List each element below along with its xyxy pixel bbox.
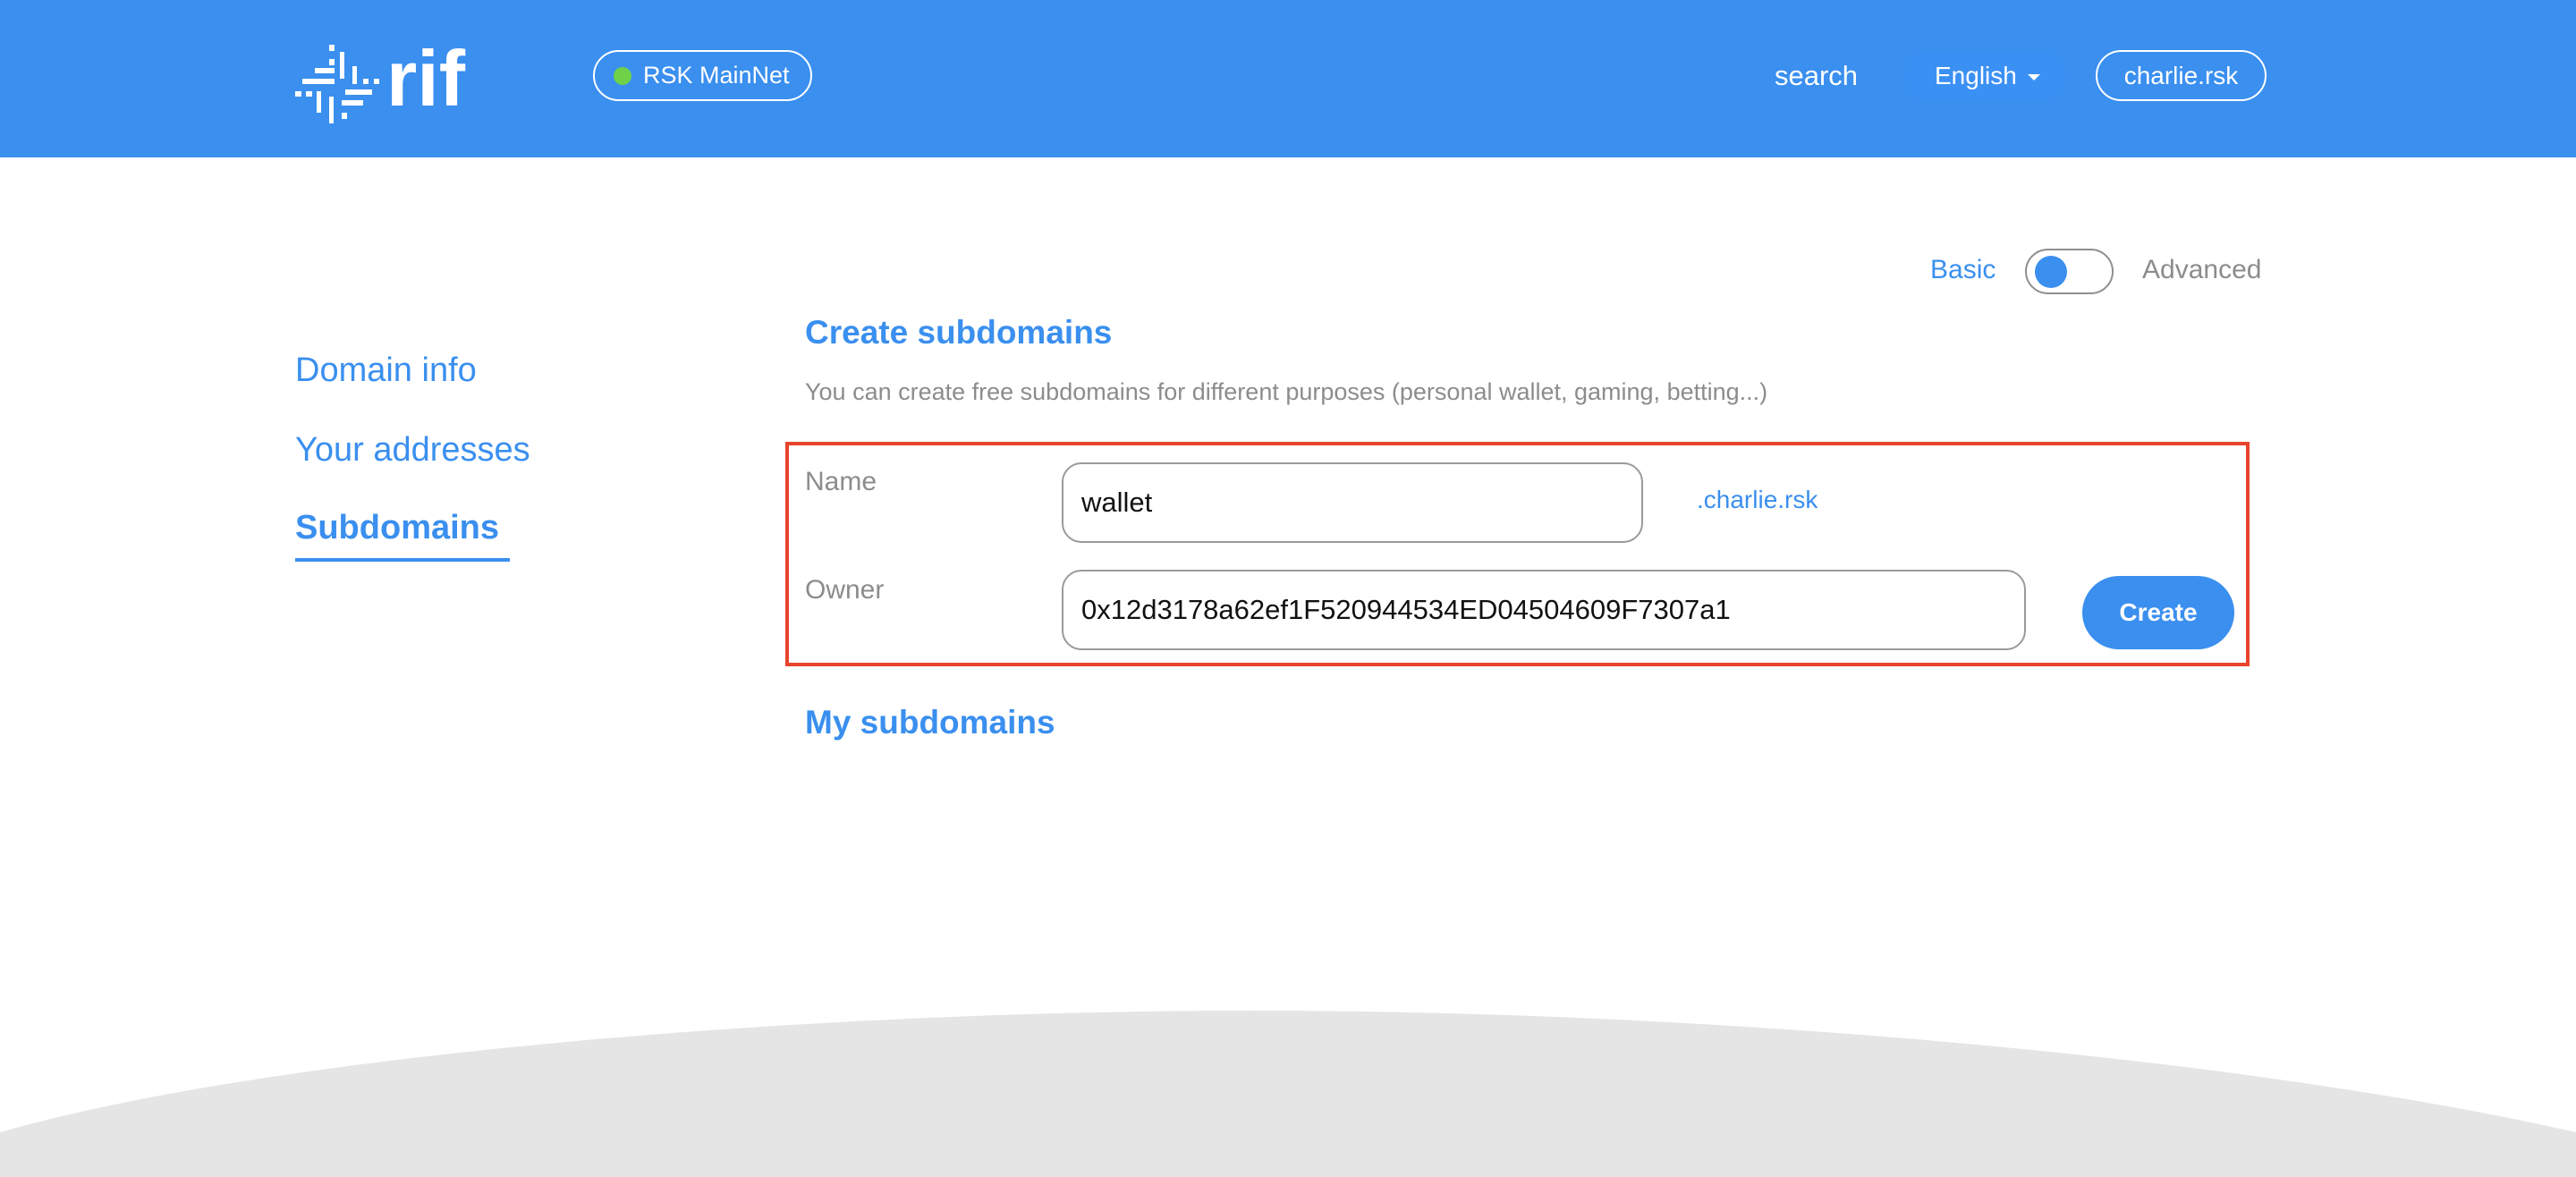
top-header: rif RSK MainNet search English charlie.r…: [0, 0, 2576, 157]
create-button[interactable]: Create: [2082, 576, 2234, 649]
active-tab-underline: [295, 558, 510, 562]
account-button[interactable]: charlie.rsk: [2096, 50, 2267, 101]
rif-logo[interactable]: rif: [293, 30, 478, 123]
create-subdomains-description: You can create free subdomains for diffe…: [805, 378, 1768, 405]
rif-logo-text: rif: [386, 34, 466, 123]
caret-down-icon: [2027, 73, 2040, 80]
mode-basic-label[interactable]: Basic: [1930, 252, 1996, 288]
domain-suffix: .charlie.rsk: [1697, 486, 1818, 513]
sidebar-item-domain-info[interactable]: Domain info: [295, 348, 477, 393]
account-label: charlie.rsk: [2123, 61, 2239, 89]
sidebar-item-subdomains[interactable]: Subdomains: [295, 505, 499, 550]
create-subdomains-title: Create subdomains: [805, 314, 1113, 351]
my-subdomains-title: My subdomains: [805, 704, 1055, 741]
owner-address-input[interactable]: [1062, 570, 2026, 650]
basic-advanced-toggle[interactable]: [2025, 249, 2114, 294]
page: rif RSK MainNet search English charlie.r…: [0, 0, 2576, 1177]
toggle-knob: [2035, 256, 2067, 288]
network-label: RSK MainNet: [643, 62, 790, 89]
owner-label: Owner: [805, 575, 885, 605]
footer-decoration: [0, 1011, 2576, 1177]
language-dropdown[interactable]: English: [1903, 51, 2066, 101]
name-label: Name: [805, 467, 877, 496]
mode-advanced-label[interactable]: Advanced: [2142, 252, 2261, 288]
subdomain-name-input[interactable]: [1062, 462, 1643, 543]
sidebar-item-your-addresses[interactable]: Your addresses: [295, 428, 530, 472]
language-label: English: [1935, 62, 2017, 89]
network-selector[interactable]: RSK MainNet: [593, 50, 812, 101]
network-status-dot-icon: [614, 66, 631, 85]
search-link[interactable]: search: [1775, 57, 1858, 95]
rif-logo-mark-icon: [295, 45, 379, 123]
